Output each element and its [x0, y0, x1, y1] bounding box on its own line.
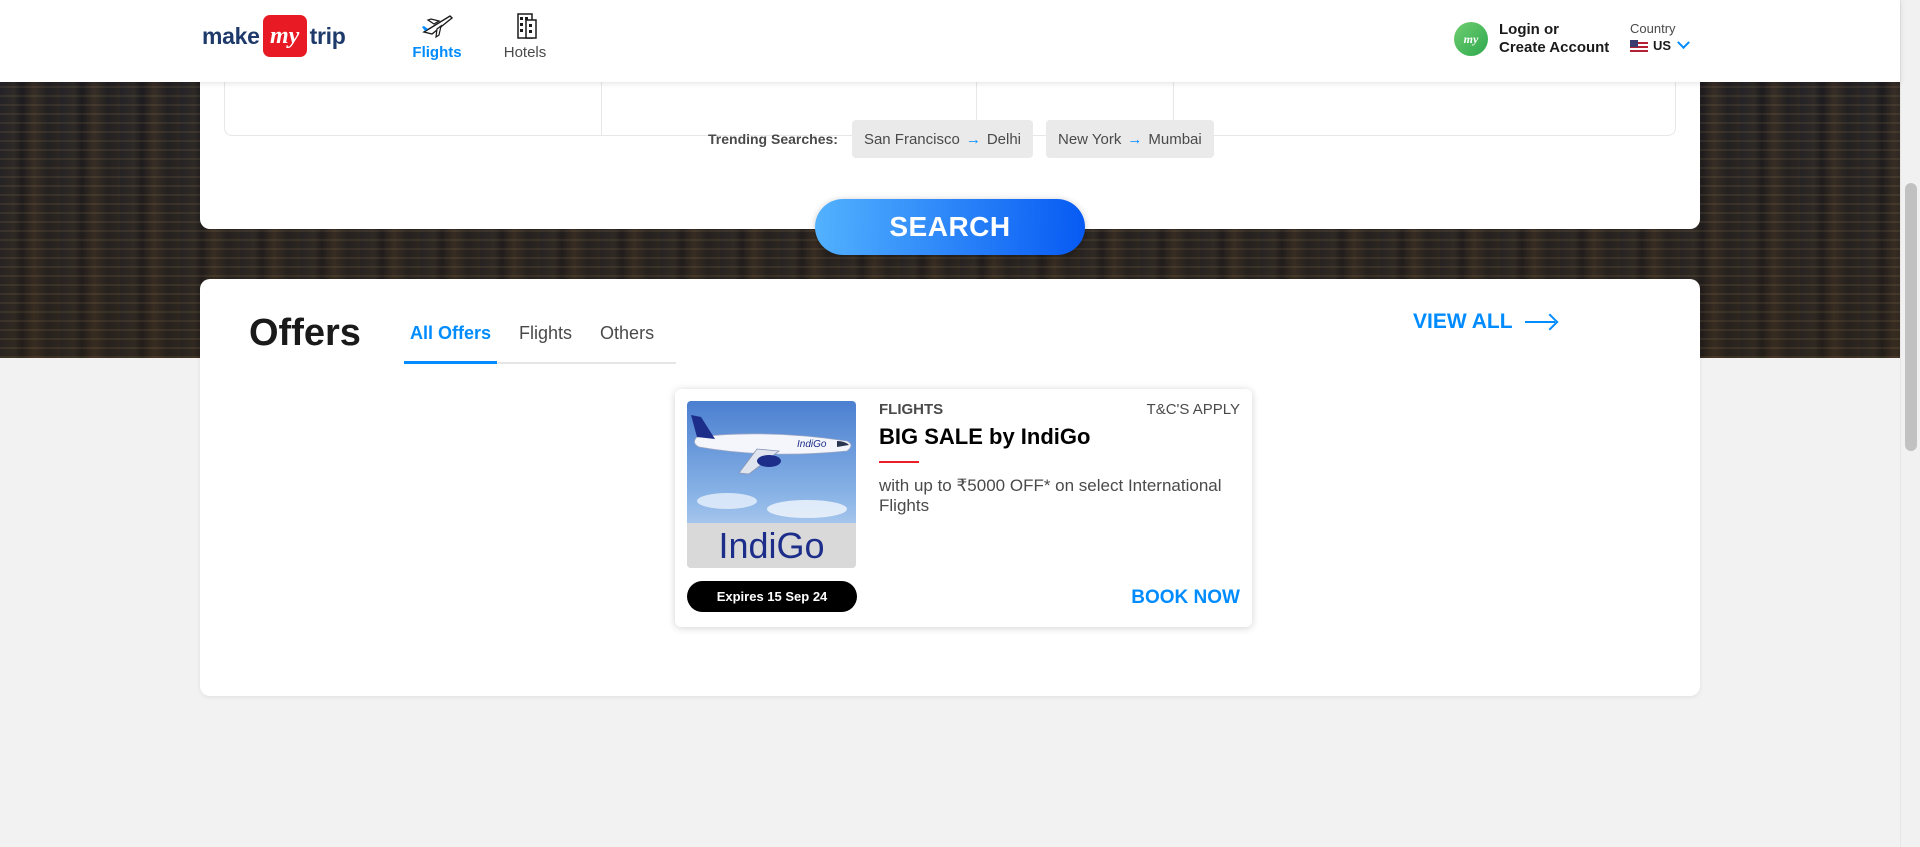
offer-title: BIG SALE by IndiGo: [879, 424, 1091, 449]
trending-from: New York: [1058, 130, 1122, 148]
login-text: Login or Create Account: [1499, 21, 1609, 57]
svg-text:IndiGo: IndiGo: [797, 439, 827, 450]
offer-image: IndiGo IndiGo: [687, 401, 856, 568]
expiry-badge: Expires 15 Sep 24: [687, 581, 857, 612]
offers-tabs: All Offers Flights Others: [404, 320, 677, 364]
hotel-building-icon: [517, 13, 537, 39]
trending-to: Mumbai: [1148, 130, 1202, 148]
login-button[interactable]: my Login or Create Account: [1454, 21, 1609, 57]
tab-flights[interactable]: Flights: [513, 320, 578, 364]
avatar: my: [1454, 22, 1488, 56]
nav-item-flights[interactable]: Flights: [397, 10, 477, 61]
tab-others[interactable]: Others: [594, 320, 660, 364]
makemytrip-logo[interactable]: make my trip: [202, 14, 346, 58]
trending-label: Trending Searches:: [708, 131, 838, 147]
nav-item-hotels[interactable]: Hotels: [485, 10, 565, 61]
country-value-row: US: [1630, 36, 1690, 53]
arrow-right-icon: →: [1127, 130, 1143, 148]
book-now-button[interactable]: BOOK NOW: [1131, 587, 1240, 609]
trending-from: San Francisco: [863, 130, 960, 148]
tab-all-offers[interactable]: All Offers: [404, 320, 498, 364]
country-selector[interactable]: Country US: [1630, 21, 1690, 53]
offer-divider: [879, 461, 919, 463]
trending-chip-ny-mumbai[interactable]: New York → Mumbai: [1046, 120, 1214, 158]
page-scrollbar[interactable]: [1900, 0, 1920, 847]
plane-icon: [422, 15, 454, 39]
nav-label-hotels: Hotels: [503, 44, 547, 61]
login-line-1: Login or: [1499, 21, 1559, 38]
country-label: Country: [1630, 21, 1676, 36]
field-divider: [601, 82, 602, 136]
offer-category: FLIGHTS: [879, 401, 944, 418]
chevron-down-icon: [1677, 36, 1690, 50]
logo-text-make: make: [202, 22, 260, 49]
view-all-label: VIEW ALL: [1413, 310, 1513, 333]
country-code: US: [1653, 38, 1672, 53]
offer-image-brand: IndiGo: [687, 523, 856, 568]
offers-title: Offers: [249, 312, 361, 354]
offer-description: with up to ₹5000 OFF* on select Internat…: [879, 476, 1222, 515]
login-line-2: Create Account: [1499, 39, 1610, 56]
trending-searches: Trending Searches: San Francisco → Delhi…: [708, 120, 1227, 158]
offer-tnc: T&C'S APPLY: [1146, 401, 1240, 418]
logo-text-my: my: [262, 15, 307, 57]
offer-card[interactable]: IndiGo IndiGo Expires 15 Sep 24 FLIGHTS …: [675, 389, 1252, 627]
search-button[interactable]: SEARCH: [815, 199, 1085, 255]
trending-to: Delhi: [986, 130, 1021, 148]
us-flag-icon: [1630, 39, 1648, 52]
scrollbar-thumb[interactable]: [1905, 183, 1917, 451]
view-all-link[interactable]: VIEW ALL: [1413, 310, 1555, 334]
logo-text-trip: trip: [309, 22, 346, 49]
offers-section: Offers All Offers Flights Others VIEW AL…: [200, 279, 1700, 696]
nav-label-flights: Flights: [412, 44, 462, 61]
trending-chip-sf-delhi[interactable]: San Francisco → Delhi: [851, 120, 1033, 158]
top-header: make my trip Flights Hotels my Login or …: [0, 0, 1900, 82]
airplane-photo-icon: IndiGo: [691, 415, 852, 518]
arrow-right-icon: [1524, 321, 1555, 323]
arrow-right-icon: →: [965, 130, 981, 148]
